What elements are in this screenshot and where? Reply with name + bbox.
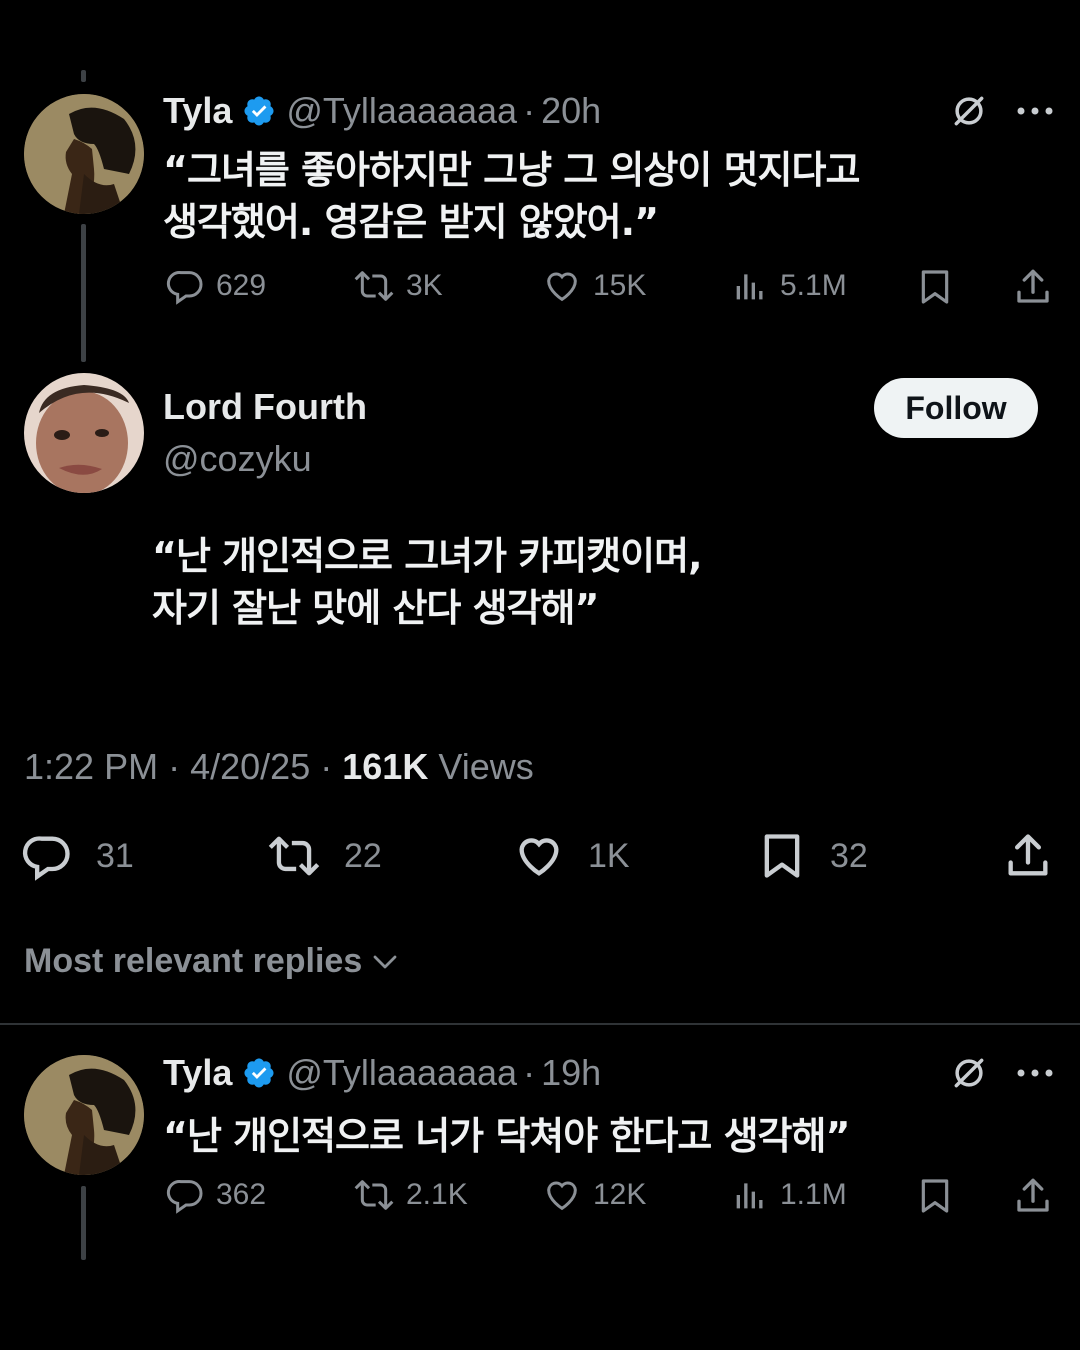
repost-button[interactable]: 3K (352, 266, 443, 306)
bookmark-icon (764, 834, 800, 878)
share-icon[interactable] (1012, 266, 1054, 308)
divider (0, 1023, 1080, 1025)
bookmark-button[interactable]: 32 (756, 830, 868, 882)
avatar[interactable] (24, 94, 144, 214)
separator-dot: · (320, 746, 333, 787)
like-button[interactable]: 12K (541, 1175, 646, 1215)
like-button[interactable]: 15K (541, 266, 646, 306)
separator-dot: · (523, 90, 536, 131)
chevron-down-icon (373, 955, 397, 968)
timestamp[interactable]: 20h (541, 90, 601, 132)
reply-icon (166, 271, 203, 305)
repost-button[interactable]: 2.1K (352, 1175, 468, 1215)
separator-dot: · (523, 1052, 536, 1093)
bookmark-count: 32 (830, 836, 868, 875)
sort-label: Most relevant replies (24, 942, 363, 980)
tweet-header: Tyla @Tyllaaaaaaa · 19h (163, 1052, 601, 1094)
author-name[interactable]: Tyla (163, 1052, 232, 1094)
tweet-text: “난 개인적으로 너가 닥쳐야 한다고 생각해” (163, 1110, 850, 1162)
author-handle[interactable]: @Tyllaaaaaaa (286, 90, 517, 132)
tweet-text: “그녀를 좋아하지만 그냥 그 의상이 멋지다고 생각했어. 영감은 받지 않았… (163, 144, 860, 248)
repost-button[interactable]: 22 (266, 830, 382, 882)
views-count: 1.1M (780, 1178, 847, 1211)
tweet-header: Tyla @Tyllaaaaaaa · 20h (163, 90, 601, 132)
main-tweet-text: “난 개인적으로 그녀가 카피캣이며, 자기 잘난 맛에 산다 생각해” (152, 530, 703, 634)
verified-badge-icon (244, 1058, 274, 1088)
heart-icon (519, 838, 559, 876)
tweet-text-line: “그녀를 좋아하지만 그냥 그 의상이 멋지다고 (163, 148, 860, 192)
author-info: Lord Fourth (163, 386, 367, 428)
tweet-text-line: “난 개인적으로 너가 닥쳐야 한다고 생각해” (163, 1114, 850, 1158)
repost-icon (268, 836, 320, 876)
follow-button[interactable]: Follow (874, 378, 1038, 438)
grok-icon[interactable] (950, 1054, 988, 1092)
like-count: 15K (593, 269, 647, 302)
heart-icon (547, 1181, 577, 1211)
separator-dot: · (168, 746, 181, 787)
reply-icon (22, 836, 70, 881)
reply-button[interactable]: 629 (166, 266, 266, 306)
views-button[interactable]: 1.1M (730, 1175, 847, 1215)
repost-icon (354, 271, 394, 301)
like-count: 12K (593, 1178, 647, 1211)
avatar[interactable] (24, 373, 144, 493)
views-icon (736, 1183, 763, 1209)
author-handle-row: @cozyku (163, 438, 312, 480)
share-icon[interactable] (1012, 1175, 1054, 1217)
reply-count: 362 (216, 1178, 267, 1211)
bookmark-icon[interactable] (915, 1175, 955, 1217)
post-time[interactable]: 1:22 PM (24, 746, 158, 787)
views-count: 5.1M (780, 269, 847, 302)
author-handle[interactable]: @Tyllaaaaaaa (286, 1052, 517, 1094)
author-name[interactable]: Lord Fourth (163, 386, 367, 428)
timestamp[interactable]: 19h (541, 1052, 601, 1094)
thread-line-upper (81, 224, 86, 362)
reply-button[interactable]: 31 (22, 830, 134, 882)
reply-count: 31 (96, 836, 134, 875)
reply-icon (166, 1180, 203, 1214)
tweet-text-line: 생각했어. 영감은 받지 않았어.” (163, 200, 659, 244)
views-icon (736, 274, 763, 300)
replies-sort-dropdown[interactable]: Most relevant replies (24, 942, 400, 981)
like-count: 1K (588, 836, 630, 875)
views-button[interactable]: 5.1M (730, 266, 847, 306)
grok-icon[interactable] (950, 92, 988, 130)
author-name[interactable]: Tyla (163, 90, 232, 132)
bookmark-icon[interactable] (915, 266, 955, 308)
tweet-meta: 1:22 PM · 4/20/25 · 161K Views (24, 746, 534, 788)
repost-count: 2.1K (406, 1178, 468, 1211)
views-label: Views (438, 746, 534, 787)
avatar[interactable] (24, 1055, 144, 1175)
repost-icon (354, 1180, 394, 1210)
repost-count: 3K (406, 269, 443, 302)
repost-count: 22 (344, 836, 382, 875)
tweet-text-line: 자기 잘난 맛에 산다 생각해” (152, 586, 599, 630)
share-icon[interactable] (1002, 830, 1054, 882)
post-date[interactable]: 4/20/25 (190, 746, 310, 787)
thread-line-top (81, 70, 86, 82)
views-total: 161K (342, 746, 429, 787)
reply-button[interactable]: 362 (166, 1175, 266, 1215)
like-button[interactable]: 1K (512, 830, 630, 882)
tweet-text-line: “난 개인적으로 그녀가 카피캣이며, (152, 534, 703, 578)
author-handle[interactable]: @cozyku (163, 438, 312, 480)
reply-count: 629 (216, 269, 267, 302)
heart-icon (547, 272, 577, 302)
verified-badge-icon (244, 96, 274, 126)
more-options-icon[interactable] (1016, 100, 1054, 122)
more-options-icon[interactable] (1016, 1062, 1054, 1084)
thread-line-lower (81, 1186, 86, 1260)
